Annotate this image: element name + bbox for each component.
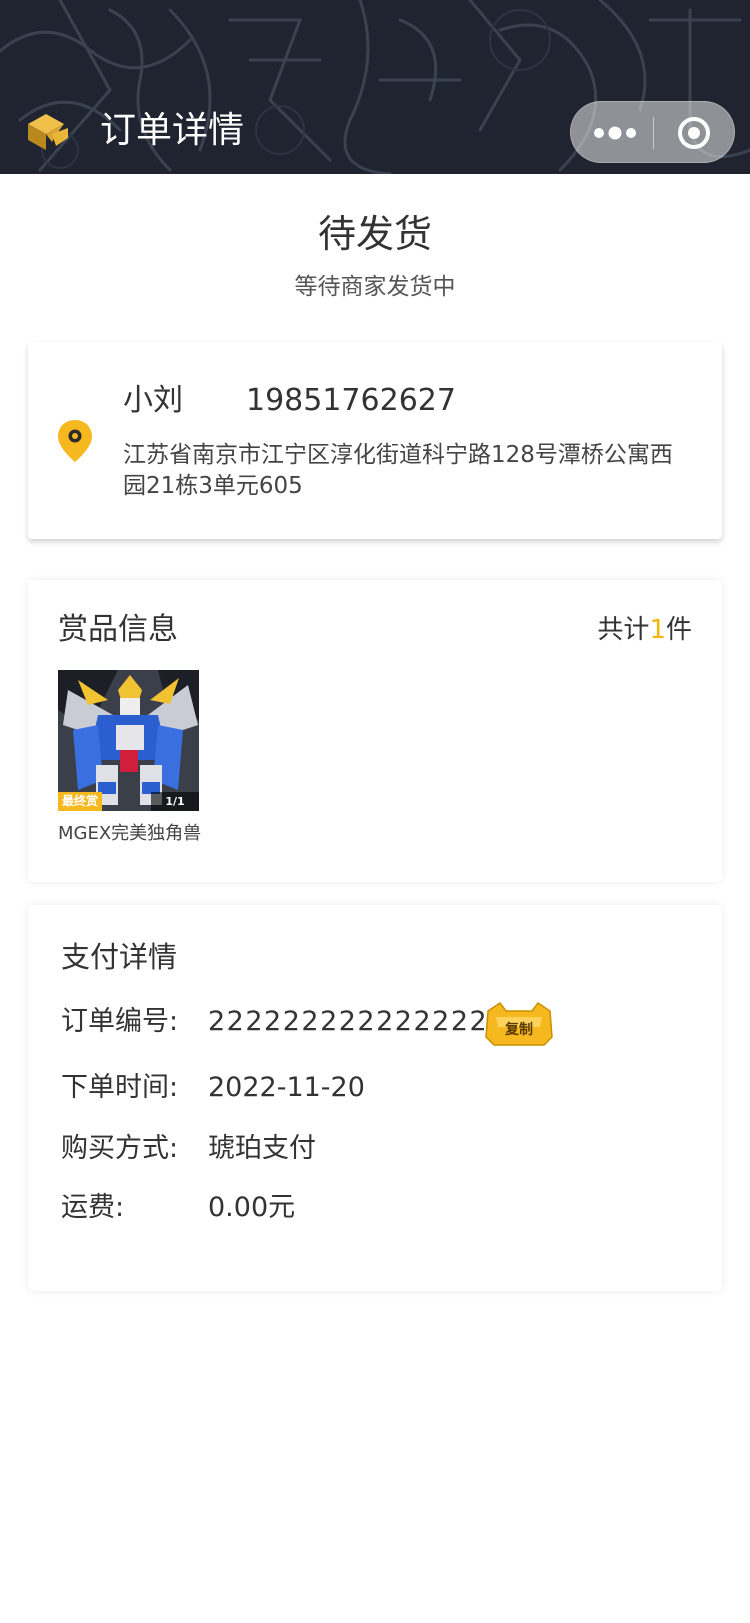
miniprogram-capsule [570,101,735,163]
page-title: 订单详情 [100,110,245,151]
payment-method-value: 琥珀支付 [208,1133,316,1164]
order-status-title: 待发货 [317,212,432,256]
more-icon[interactable] [593,119,637,147]
order-time-value: 2022-11-20 [208,1072,365,1103]
capsule-divider [653,117,654,149]
prize-heading: 赏品信息 [58,612,178,647]
robot-figure-image [58,670,199,811]
back-button[interactable] [26,112,70,152]
prize-total: 共计1件 [597,612,692,648]
order-time-label: 下单时间: [61,1072,179,1103]
recipient-name: 小刘 [123,383,183,418]
nav-header: 订单详情 [0,0,750,174]
prize-total-count: 1 [649,615,666,645]
close-target-icon[interactable] [677,116,711,150]
payment-method-label: 购买方式: [61,1133,179,1164]
prize-info-card: 赏品信息 共计1件 最终赏 1/1 MGEX完美独角兽 [28,580,722,882]
back-logo-icon [28,114,68,150]
recipient-phone: 19851762627 [246,383,456,418]
prize-total-prefix: 共计 [597,615,650,645]
address-card[interactable]: 小刘 19851762627 江苏省南京市江宁区淳化街道科宁路128号潭桥公寓西… [28,342,722,539]
shipping-fee-value: 0.00元 [208,1192,296,1223]
order-number-label: 订单编号: [61,1006,179,1037]
copy-button[interactable]: 复制 [484,1001,554,1049]
payment-detail-card: 支付详情 订单编号: 2222222222222222 复制 下单时间: 202… [28,905,722,1291]
recipient-address: 江苏省南京市江宁区淳化街道科宁路128号潭桥公寓西园21栋3单元605 [123,442,673,499]
payment-heading: 支付详情 [61,940,178,974]
prize-fraction: 1/1 [151,792,199,811]
order-number-value: 2222222222222222 [208,1006,507,1037]
location-pin-icon [58,420,92,462]
prize-name: MGEX完美独角兽 [58,823,202,844]
prize-total-suffix: 件 [665,615,692,645]
order-status-subtitle: 等待商家发货中 [294,274,456,300]
copy-label: 复制 [505,1022,533,1038]
prize-thumbnail: 最终赏 1/1 [58,670,199,811]
prize-item[interactable]: 最终赏 1/1 MGEX完美独角兽 [58,670,218,847]
order-detail-page: 订单详情 待发货 等待商家发货中 小刘 19851762627 江苏省南京市江宁… [0,0,750,1623]
prize-tier-badge: 最终赏 [58,792,103,811]
shipping-fee-label: 运费: [61,1192,125,1223]
